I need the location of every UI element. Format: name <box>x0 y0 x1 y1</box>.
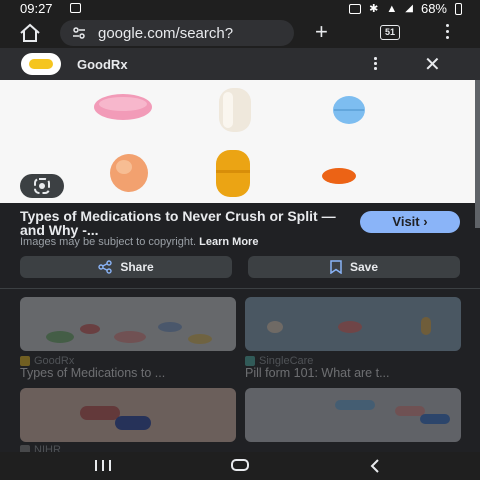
related-image-1[interactable] <box>20 297 236 351</box>
singlecare-favicon <box>245 356 255 366</box>
home-icon[interactable] <box>18 22 42 44</box>
tab-switcher-button[interactable]: 51 <box>380 25 400 40</box>
lens-icon <box>34 178 50 194</box>
address-bar[interactable]: google.com/search? <box>60 20 294 46</box>
learn-more-link[interactable]: Learn More <box>199 236 258 248</box>
save-button[interactable]: Save <box>248 256 460 278</box>
battery-icon <box>455 2 462 15</box>
goodrx-favicon <box>20 356 30 366</box>
camera-notification-icon <box>349 3 362 14</box>
share-icon <box>98 260 113 274</box>
result-title[interactable]: Types of Medications to Never Crush or S… <box>20 209 340 237</box>
bluetooth-icon: ✱ <box>369 3 379 15</box>
goodrx-logo <box>21 53 61 75</box>
related-results: GoodRx Types of Medications to ... Singl… <box>0 289 480 456</box>
browser-toolbar: google.com/search? + 51 <box>0 18 480 48</box>
share-label: Share <box>120 260 154 274</box>
system-nav-bar <box>0 452 480 480</box>
status-icons: ✱ ▲ ◢ 68% <box>349 1 462 16</box>
url-text[interactable]: google.com/search? <box>98 25 233 42</box>
status-bar: 09:27 ✱ ▲ ◢ 68% <box>0 0 480 18</box>
clock: 09:27 <box>20 1 53 16</box>
site-name: GoodRx <box>77 57 128 72</box>
browser-menu-icon[interactable] <box>446 24 450 42</box>
google-lens-button[interactable] <box>20 174 64 198</box>
new-tab-button[interactable]: + <box>315 20 328 44</box>
pills-illustration <box>94 88 365 197</box>
site-settings-icon[interactable] <box>72 26 86 40</box>
related-image-3[interactable] <box>20 388 236 442</box>
save-label: Save <box>349 260 379 274</box>
chevron-right-icon: › <box>423 214 428 229</box>
more-options-icon[interactable] <box>374 57 377 72</box>
back-button[interactable] <box>368 458 382 474</box>
visit-label: Visit <box>392 214 420 229</box>
related-image-2[interactable] <box>245 297 461 351</box>
related-title-2[interactable]: Pill form 101: What are t... <box>245 366 390 380</box>
related-title-1[interactable]: Types of Medications to ... <box>20 366 165 380</box>
copyright-text: Images may be subject to copyright. <box>20 236 197 248</box>
visit-button[interactable]: Visit › <box>360 211 460 233</box>
image-viewer-header: GoodRx ✕ <box>0 48 480 80</box>
recent-apps-button[interactable] <box>95 460 111 471</box>
scrollbar[interactable] <box>475 80 480 228</box>
close-icon[interactable]: ✕ <box>424 52 441 77</box>
bookmark-icon <box>330 260 342 274</box>
battery-percent: 68% <box>420 1 447 16</box>
related-image-4[interactable] <box>245 388 461 442</box>
wifi-icon: ▲ <box>386 2 398 15</box>
gallery-notification-icon <box>70 3 81 13</box>
home-button[interactable] <box>231 459 249 471</box>
share-button[interactable]: Share <box>20 256 232 278</box>
copyright-notice: Images may be subject to copyright. Lear… <box>20 236 258 248</box>
signal-icon: ◢ <box>405 3 413 14</box>
result-image[interactable] <box>0 80 475 203</box>
